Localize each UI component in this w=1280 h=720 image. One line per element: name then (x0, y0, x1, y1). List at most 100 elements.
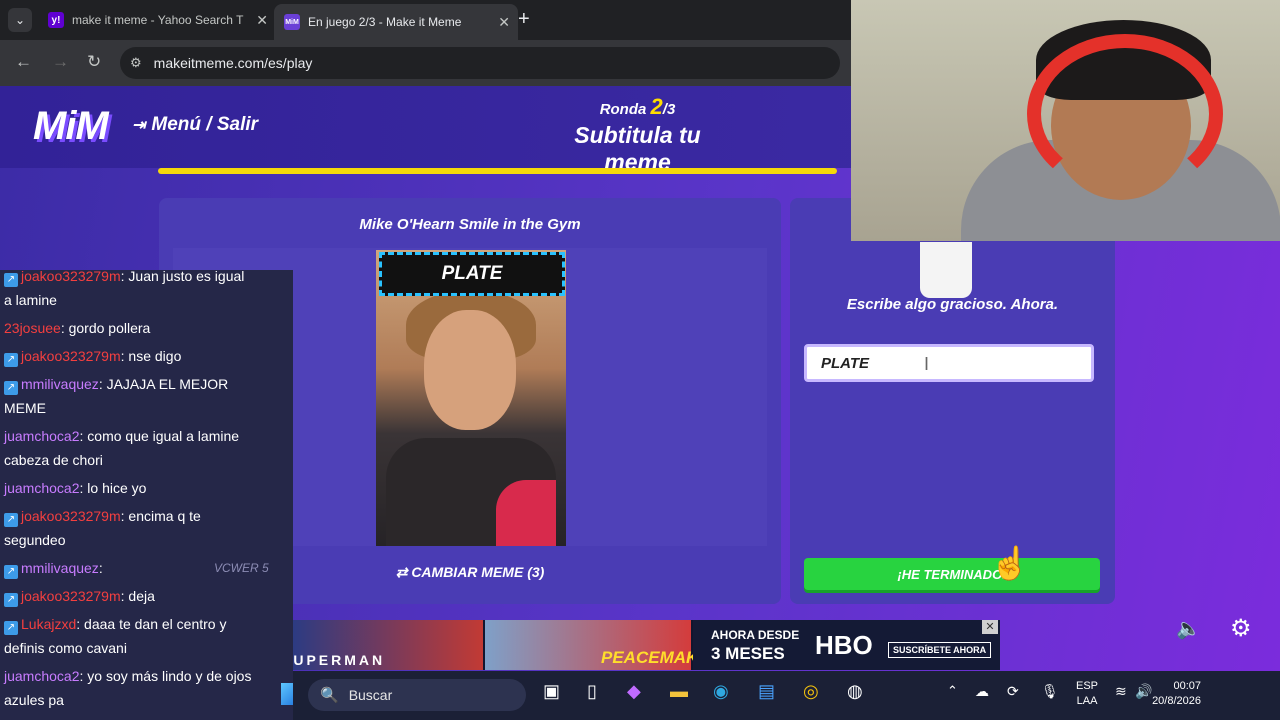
chat-message: ↗ joakoo323279m: deja (4, 584, 292, 608)
chat-username[interactable]: juamchoca2 (4, 668, 80, 684)
wifi-icon[interactable]: ≋ (1115, 683, 1127, 700)
new-tab-button[interactable]: + (518, 8, 530, 30)
m365-icon[interactable]: ◆ (627, 681, 641, 702)
ad-subscribe-button[interactable]: SUSCRÍBETE AHORA (888, 642, 992, 658)
task-view-icon[interactable]: ▣ (543, 681, 560, 702)
lang-line2: LAA (1076, 695, 1098, 707)
ad-banner[interactable]: SUPERMAN PEACEMAKER AHORA DESDE 3 MESES … (275, 620, 1000, 670)
language-indicator[interactable]: ESP LAA (1076, 679, 1098, 709)
meme-name: Mike O'Hearn Smile in the Gym (359, 216, 581, 233)
chat-username[interactable]: joakoo323279m (21, 270, 121, 284)
url-text: makeitmeme.com/es/play (153, 55, 313, 71)
ad-close-icon[interactable]: ✕ (982, 620, 998, 634)
chat-username[interactable]: juamchoca2 (4, 480, 80, 496)
tab-make-it-meme[interactable]: MiM En juego 2/3 - Make it Meme ✕ (274, 4, 518, 40)
round-total: /3 (662, 101, 676, 118)
taskbar-search[interactable]: 🔍 Buscar (308, 679, 526, 711)
viewer-badge-icon: ↗ (4, 273, 18, 287)
text-cursor-icon: I (924, 354, 930, 374)
reload-icon[interactable]: ↻ (87, 52, 101, 72)
chat-username[interactable]: 23josuee (4, 320, 61, 336)
chat-text: : daaa te dan el centro y (76, 616, 227, 632)
edge-icon[interactable]: ◉ (713, 681, 729, 702)
clock[interactable]: 00:07 20/8/2026 (1151, 679, 1201, 709)
chat-username[interactable]: Lukajzxd (21, 616, 76, 632)
back-icon[interactable]: ← (15, 52, 32, 72)
obs-icon[interactable]: ◍ (847, 681, 863, 702)
pointer-hand-icon: ☝ (990, 545, 1030, 581)
chat-text: : lo hice yo (79, 480, 147, 496)
chat-username[interactable]: mmilivaquez (21, 376, 99, 392)
ad-superman-panel[interactable]: SUPERMAN (275, 620, 483, 670)
meme-image: PLATE (376, 250, 566, 546)
mim-icon: MiM (284, 14, 300, 30)
chat-text: : JAJAJA EL MEJOR (98, 376, 229, 392)
search-placeholder: Buscar (348, 687, 393, 703)
chat-message: ↗ joakoo323279m: encima q te segundeo (4, 504, 292, 552)
chat-username[interactable]: mmilivaquez (21, 560, 99, 576)
ad-hbo-line1: AHORA DESDE (711, 628, 800, 642)
ad-peacemaker-panel[interactable]: PEACEMAKER (485, 620, 722, 670)
file-icon[interactable]: ▯ (587, 681, 597, 702)
tab-title: make it meme - Yahoo Search T (72, 13, 244, 27)
microphone-icon[interactable]: 🎙 (1041, 683, 1059, 700)
ad-hbo-line2: 3 MESES (711, 644, 785, 663)
chat-text-continued: MEME (4, 400, 46, 416)
chat-text: : yo soy más lindo y de ojos (79, 668, 252, 684)
chat-message: ↗ joakoo323279m: Juan justo es igual a lam… (4, 270, 292, 312)
store-icon[interactable]: ▤ (758, 681, 775, 702)
chat-message: 23josuee: gordo pollera (4, 316, 292, 340)
chrome-icon[interactable]: ◎ (803, 681, 819, 702)
change-meme-label: CAMBIAR MEME (3) (411, 564, 545, 580)
chat-username[interactable]: joakoo323279m (21, 348, 121, 364)
chat-message: juamchoca2: yo soy más lindo y de ojos az… (4, 664, 292, 712)
cloud-icon[interactable]: ☁ (975, 683, 989, 700)
chat-text: : (98, 560, 103, 576)
sync-icon[interactable]: ⟳ (1007, 683, 1019, 700)
caption-card: Escribe algo gracioso. Ahora. I ¡HE TERM… (790, 198, 1115, 604)
chat-username[interactable]: joakoo323279m (21, 508, 121, 524)
caption-input[interactable] (804, 344, 1094, 382)
chat-username[interactable]: juamchoca2 (4, 428, 80, 444)
viewer-badge-icon: ↗ (4, 513, 18, 527)
chat-text: : como que igual a lamine (79, 428, 240, 444)
chat-message: ↗ mmilivaquez: JAJAJA EL MEJOR MEME (4, 372, 292, 420)
stream-chat: ↗ joakoo323279m: Juan justo es igual a lam… (0, 270, 293, 720)
meme-caption-box[interactable]: PLATE (379, 252, 565, 296)
chat-text-continued: azules pa (4, 692, 64, 708)
folder-icon[interactable]: ▬ (670, 681, 688, 702)
chevron-up-icon[interactable]: ⌃ (947, 683, 958, 699)
chat-message: ↗ joakoo323279m: nse digo (4, 344, 292, 368)
exit-icon: ⇥ (132, 117, 146, 134)
forward-icon[interactable]: → (52, 52, 69, 72)
chat-text-continued: definis como cavani (4, 640, 127, 656)
tab-yahoo-search[interactable]: y! make it meme - Yahoo Search T ✕ (40, 6, 276, 34)
viewer-badge-icon: ↗ (4, 381, 18, 395)
chat-text-continued: a lamine (4, 292, 57, 308)
webcam-feed (851, 0, 1280, 241)
close-tab-icon[interactable]: ✕ (256, 12, 268, 29)
chat-message: ↗ Lukajzxd: daaa te dan el centro y defini… (4, 612, 292, 660)
volume-icon[interactable]: 🔊 (1135, 683, 1152, 700)
done-button[interactable]: ¡HE TERMINADO! (804, 558, 1100, 590)
ad-superman-text: SUPERMAN (281, 652, 386, 668)
sound-toggle-icon[interactable]: 🔈 (1176, 616, 1201, 641)
meme-shirt-logo (496, 480, 556, 546)
search-icon: 🔍 (320, 687, 339, 704)
settings-gear-icon[interactable]: ⚙ (1230, 614, 1252, 643)
chat-username[interactable]: joakoo323279m (21, 588, 121, 604)
chat-overlay-text: VCWER 5 (214, 561, 269, 575)
address-bar[interactable]: ⚙ makeitmeme.com/es/play (120, 47, 840, 79)
refresh-icon: ⇄ (395, 564, 412, 580)
chat-text: : nse digo (120, 348, 182, 364)
menu-exit-link[interactable]: ⇥ Menú / Salir (132, 114, 258, 136)
windows-taskbar: 🔍 Buscar ▣ ▯ ◆ ▬ ◉ ▤ ◎ ◍ ⌃ ☁ ⟳ 🎙 ESP LAA… (293, 671, 1280, 720)
tab-search-chevron-icon[interactable]: ⌄ (8, 8, 32, 32)
viewer-badge-icon: ↗ (4, 593, 18, 607)
site-info-icon[interactable]: ⚙ (130, 55, 142, 71)
mim-logo[interactable]: MiM (33, 104, 109, 149)
clock-time: 00:07 (1173, 680, 1201, 692)
ad-hbo-panel[interactable]: AHORA DESDE 3 MESES HBO SUSCRÍBETE AHORA (693, 620, 1000, 670)
lang-line1: ESP (1076, 680, 1099, 692)
close-tab-icon[interactable]: ✕ (498, 14, 510, 31)
